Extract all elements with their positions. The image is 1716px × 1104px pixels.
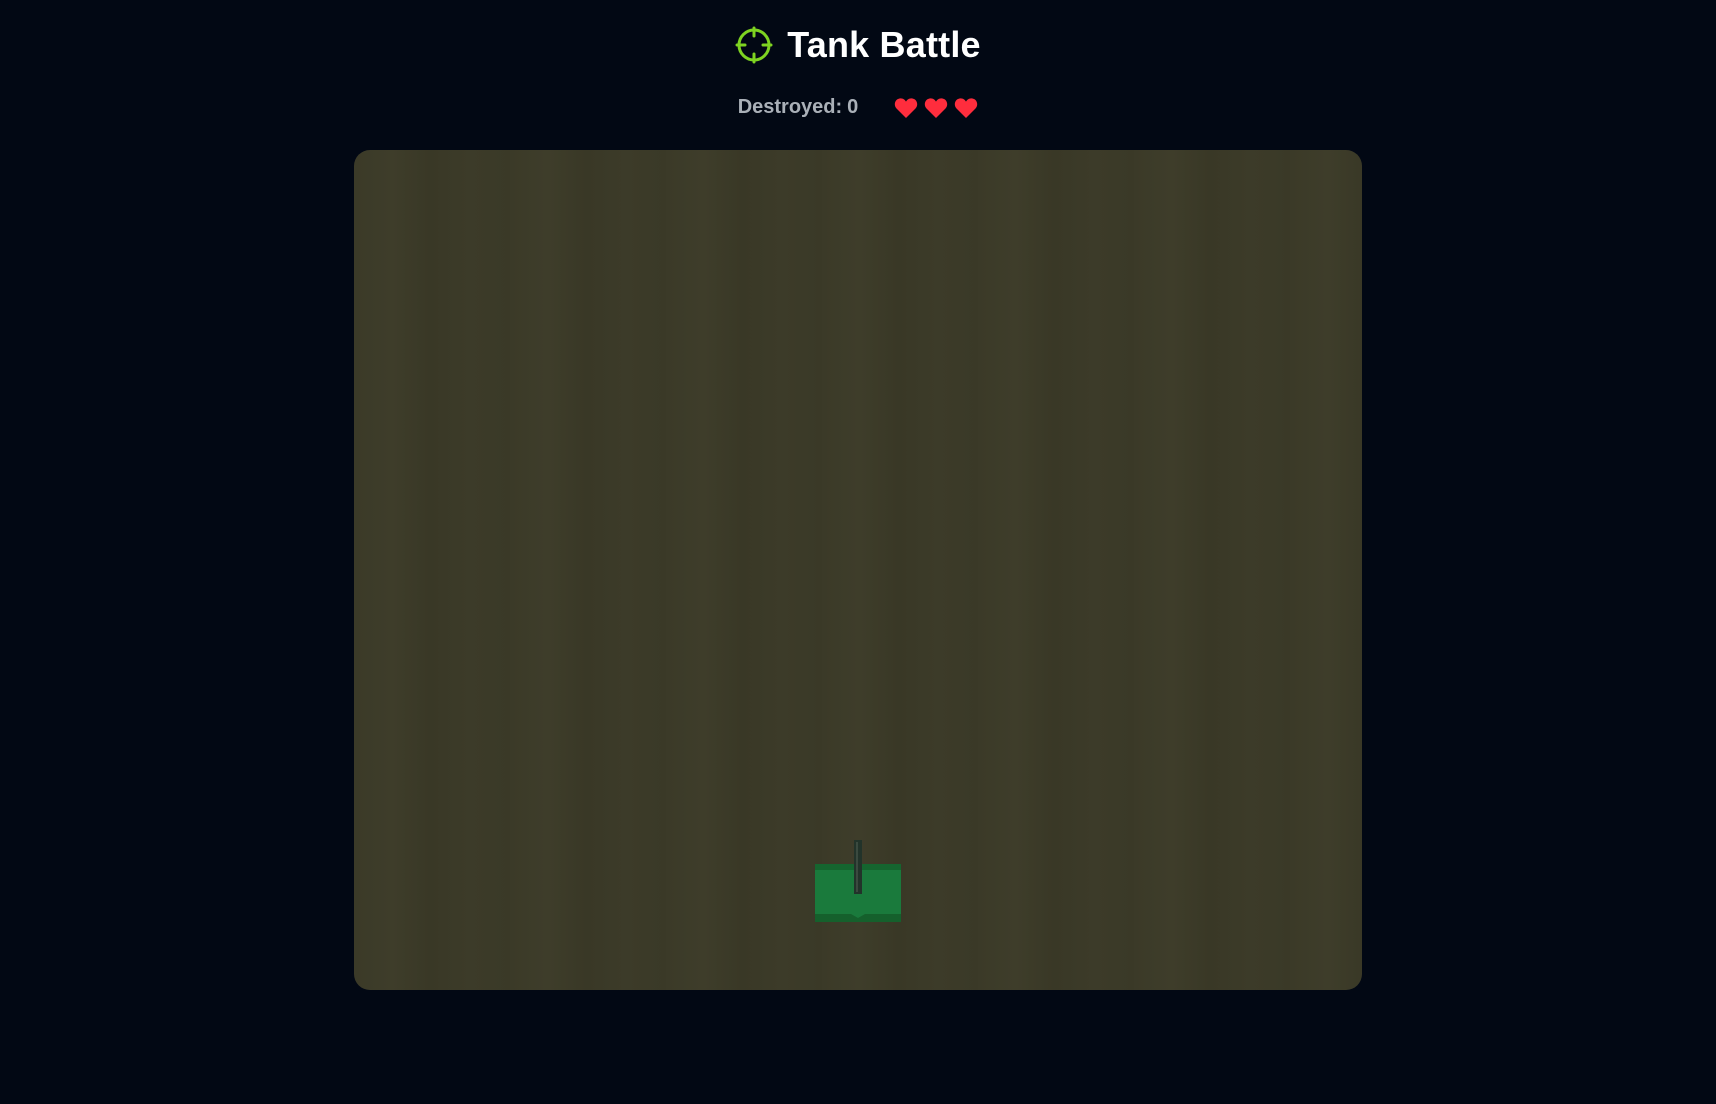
game-header: Tank Battle Destroyed: 0: [0, 0, 1716, 118]
destroyed-label: Destroyed:: [737, 96, 843, 118]
game-arena[interactable]: [354, 150, 1362, 990]
tank-barrel-highlight: [856, 842, 858, 892]
heart-icon: [954, 97, 978, 119]
player-tank: [815, 840, 901, 922]
game-title: Tank Battle: [787, 24, 981, 65]
heart-icon: [924, 97, 948, 119]
heart-icon: [894, 97, 918, 119]
crosshair-icon: [735, 26, 773, 64]
title-row: Tank Battle: [0, 24, 1716, 66]
lives-indicator: [894, 97, 978, 119]
destroyed-counter: Destroyed: 0: [738, 96, 859, 119]
destroyed-value: 0: [847, 96, 859, 118]
stats-row: Destroyed: 0: [0, 96, 1716, 119]
